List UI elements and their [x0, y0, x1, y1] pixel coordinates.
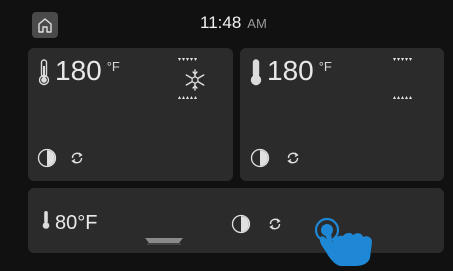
snowflake-fan-icon [183, 68, 207, 97]
zone-temperature: 80°F [55, 212, 97, 234]
sync-icon [71, 152, 83, 164]
heating-element-bottom-icon: ▴▴▴▴▴ [178, 95, 199, 101]
clock-ampm: AM [247, 16, 267, 31]
sync-icon [287, 152, 299, 164]
sync-button[interactable] [286, 151, 300, 165]
timer-button[interactable] [231, 214, 251, 234]
oven-zone-upper-right[interactable]: 180 °F ▾▾▾▾▾ ▴▴▴▴▴ [240, 48, 444, 181]
timer-icon [231, 214, 251, 234]
zone-temperature: 180 °F [55, 57, 120, 85]
timer-button[interactable] [250, 148, 270, 168]
sync-button[interactable] [268, 217, 282, 231]
timer-icon [37, 148, 57, 168]
temperature-unit: °F [106, 59, 120, 74]
clock-time: 11:48 [200, 13, 242, 32]
heating-element-top-icon: ▾▾▾▾▾ [178, 57, 199, 63]
temperature-value: 180 [55, 55, 102, 86]
thermometer-icon [41, 210, 51, 235]
thermometer-icon [249, 58, 263, 91]
timer-button[interactable] [37, 148, 57, 168]
temperature-value: 80°F [55, 212, 98, 234]
oven-zone-upper-left[interactable]: 180 °F ▾▾▾▾▾ ▴▴▴▴▴ [28, 48, 233, 181]
home-icon [38, 18, 52, 33]
tap-hand-icon [310, 214, 400, 266]
heating-element-top-icon: ▾▾▾▾▾ [393, 57, 414, 63]
heating-element-bottom-icon: ▴▴▴▴▴ [393, 95, 414, 101]
temperature-value: 180 [267, 55, 314, 86]
clock: 11:48 AM [200, 13, 320, 37]
timer-icon [250, 148, 270, 168]
temperature-unit: °F [318, 59, 332, 74]
sync-icon [269, 218, 281, 230]
sync-button[interactable] [70, 151, 84, 165]
home-button[interactable] [32, 12, 58, 38]
thermometer-icon [37, 58, 51, 91]
warming-drawer-icon [144, 232, 184, 250]
zone-temperature: 180 °F [267, 57, 332, 85]
